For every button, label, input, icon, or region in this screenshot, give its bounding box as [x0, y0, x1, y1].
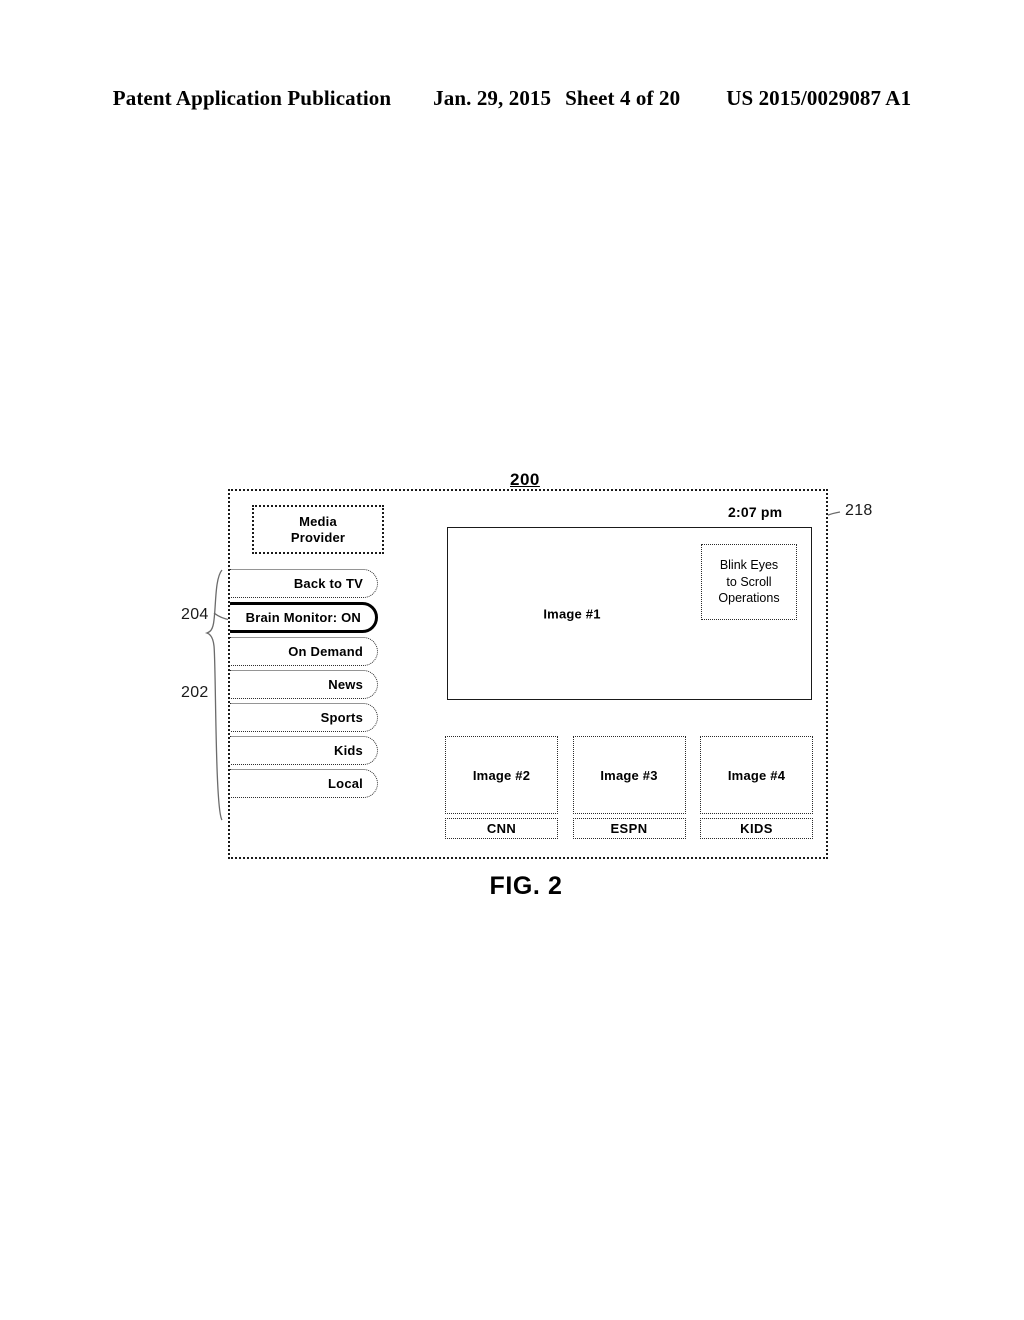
media-provider-logo: Media Provider — [252, 505, 384, 554]
thumbnail-channel-label[interactable]: ESPN — [572, 818, 686, 839]
sidebar-item-label: Local — [328, 776, 363, 791]
thumbnail-espn[interactable]: Image #3 ESPN — [572, 736, 686, 839]
media-provider-line-2: Provider — [290, 529, 346, 545]
figure-caption: FIG. 2 — [0, 872, 1024, 901]
primary-image-label: Image #1 — [543, 606, 601, 621]
thumbnail-image[interactable]: Image #2 — [445, 736, 558, 814]
figure-2: 200 204 202 206 218 208 210 212 214 216 … — [0, 0, 1024, 1320]
overlay-line-2: to Scroll — [726, 574, 772, 589]
sidebar-item-back-to-tv[interactable]: Back to TV — [230, 569, 378, 598]
tv-screen-frame: Media Provider Back to TV Brain Monitor:… — [228, 489, 828, 859]
reference-numeral-200: 200 — [510, 470, 540, 489]
thumbnail-cnn[interactable]: Image #2 CNN — [445, 736, 558, 839]
sidebar-item-news[interactable]: News — [230, 670, 378, 699]
sidebar-item-label: Sports — [320, 710, 363, 725]
reference-numeral-204: 204 — [181, 606, 209, 623]
sidebar-item-kids[interactable]: Kids — [230, 736, 378, 765]
thumbnail-channel-label[interactable]: KIDS — [700, 818, 813, 839]
overlay-line-1: Blink Eyes — [719, 558, 779, 573]
blink-eyes-instruction-overlay: Blink Eyes to Scroll Operations — [701, 544, 797, 620]
clock-label: 2:07 pm — [728, 504, 783, 520]
sidebar-item-on-demand[interactable]: On Demand — [230, 637, 378, 666]
sidebar-item-label: Back to TV — [293, 576, 363, 591]
figure-caption-text: FIG. 2 — [489, 872, 563, 900]
sidebar-item-label: Kids — [334, 743, 363, 758]
sidebar-item-label: On Demand — [288, 644, 363, 659]
sidebar-item-label: News — [328, 677, 363, 692]
overlay-line-3: Operations — [718, 591, 780, 606]
sidebar-item-brain-monitor[interactable]: Brain Monitor: ON — [230, 602, 378, 633]
sidebar-item-local[interactable]: Local — [230, 769, 378, 798]
reference-numeral-218: 218 — [845, 502, 873, 519]
sidebar-menu: Back to TV Brain Monitor: ON On Demand N… — [230, 569, 378, 802]
thumbnail-row: Image #2 CNN Image #3 ESPN Image #4 KIDS — [445, 736, 813, 839]
thumbnail-image[interactable]: Image #4 — [700, 736, 813, 814]
sidebar-item-sports[interactable]: Sports — [230, 703, 378, 732]
primary-image-pane[interactable]: Image #1 Blink Eyes to Scroll Operations — [447, 527, 812, 700]
sidebar-item-label: Brain Monitor: ON — [245, 610, 361, 625]
thumbnail-channel-label[interactable]: CNN — [445, 818, 558, 839]
media-provider-line-1: Media — [299, 513, 337, 529]
thumbnail-image[interactable]: Image #3 — [572, 736, 686, 814]
reference-numeral-202: 202 — [181, 684, 209, 701]
thumbnail-kids[interactable]: Image #4 KIDS — [700, 736, 813, 839]
